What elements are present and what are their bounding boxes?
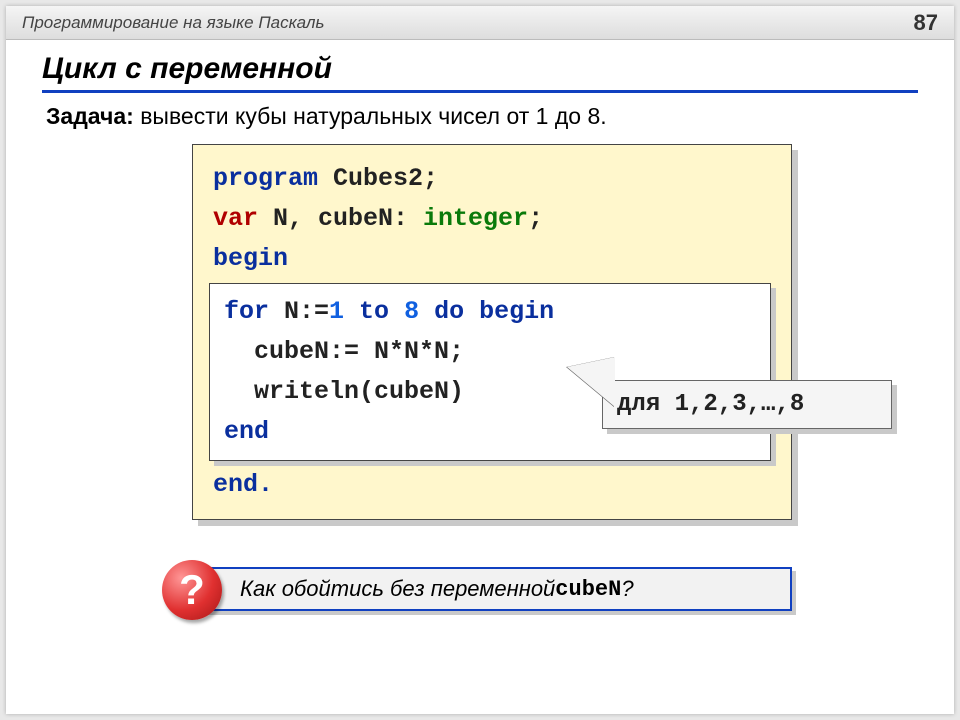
kw-end: end.	[213, 470, 273, 499]
kw-to: to	[344, 297, 404, 326]
semi: ;	[528, 204, 543, 233]
kw-integer: integer	[423, 204, 528, 233]
code-line-3: begin	[213, 239, 771, 279]
var-list: N, cubeN:	[258, 204, 423, 233]
question-mark: ?	[179, 566, 205, 614]
loop-mid1: N:=	[269, 297, 329, 326]
kw-program: program	[213, 164, 318, 193]
top-bar: Программирование на языке Паскаль 87	[6, 6, 954, 40]
question-text-after: ?	[621, 576, 633, 602]
code-line-end: end.	[213, 465, 771, 505]
content-area: Цикл с переменной Задача: вывести кубы н…	[6, 40, 954, 618]
slide: Программирование на языке Паскаль 87 Цик…	[6, 6, 954, 714]
kw-begin: begin	[213, 244, 288, 273]
prog-name: Cubes2;	[318, 164, 438, 193]
page-number: 87	[914, 10, 938, 36]
question-row: Как обойтись без переменной cubeN ? ?	[162, 562, 918, 618]
slide-title: Цикл с переменной	[42, 52, 918, 93]
task-line: Задача: вывести кубы натуральных чисел о…	[46, 103, 918, 130]
callout-text: для 1,2,3,…,8	[617, 391, 804, 418]
code-line-2: var N, cubeN: integer;	[213, 199, 771, 239]
question-var: cubeN	[555, 577, 621, 602]
code-block-wrap: program Cubes2; var N, cubeN: integer; b…	[192, 144, 792, 520]
kw-end-loop: end	[224, 417, 269, 446]
callout-box: для 1,2,3,…,8	[602, 380, 892, 429]
kw-for: for	[224, 297, 269, 326]
loop-line-2: cubeN:= N*N*N;	[224, 332, 756, 372]
code-line-1: program Cubes2;	[213, 159, 771, 199]
task-label: Задача:	[46, 103, 134, 129]
question-text-before: Как обойтись без переменной	[240, 576, 555, 602]
question-badge-icon: ?	[162, 560, 222, 620]
code-block-outer: program Cubes2; var N, cubeN: integer; b…	[192, 144, 792, 520]
code-block-inner: for N:=1 to 8 do begin cubeN:= N*N*N; wr…	[209, 283, 771, 461]
loop-line-1: for N:=1 to 8 do begin	[224, 292, 756, 332]
course-title: Программирование на языке Паскаль	[22, 13, 324, 33]
num-eight: 8	[404, 297, 419, 326]
task-text: вывести кубы натуральных чисел от 1 до 8…	[134, 103, 607, 129]
num-one: 1	[329, 297, 344, 326]
kw-var: var	[213, 204, 258, 233]
kw-do-begin: do begin	[419, 297, 554, 326]
question-box: Как обойтись без переменной cubeN ?	[192, 567, 792, 611]
